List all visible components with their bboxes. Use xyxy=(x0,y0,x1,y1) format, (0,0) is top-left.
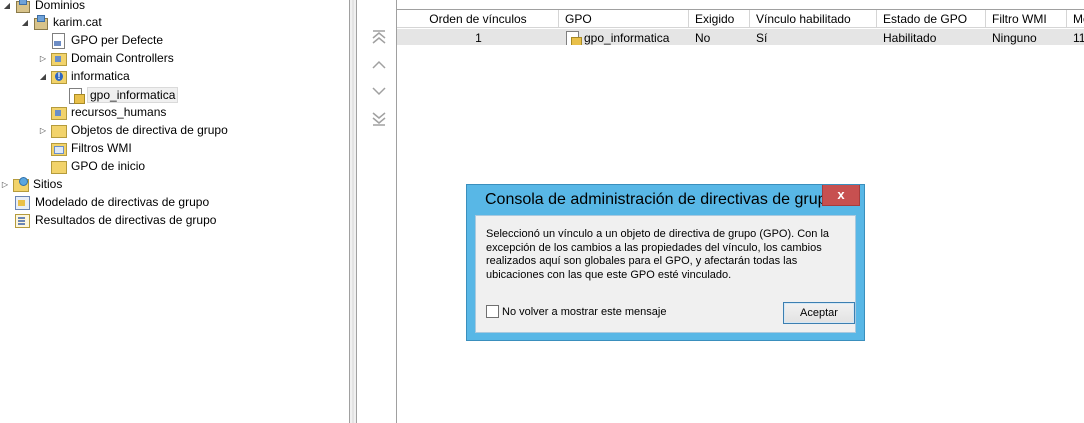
tree-item-sitios[interactable]: ▷ Sitios xyxy=(0,175,64,193)
dialog-message: Seleccionó un vínculo a un objeto de dir… xyxy=(486,228,830,281)
link-order-toolbar xyxy=(357,0,397,423)
checkbox-label: No volver a mostrar este mensaje xyxy=(502,305,667,318)
ou-icon xyxy=(50,104,67,120)
close-icon: x xyxy=(837,187,845,202)
collapse-icon[interactable]: ◢ xyxy=(20,13,30,31)
tree-item-label: recursos_humans xyxy=(71,105,167,119)
column-header-modified[interactable]: Mo xyxy=(1067,10,1084,28)
tree-item-objetos-directiva[interactable]: ▷ Objetos de directiva de grupo xyxy=(38,121,230,139)
tree-item-label: Objetos de directiva de grupo xyxy=(71,123,228,137)
tree-item-filtros-wmi[interactable]: Filtros WMI xyxy=(38,139,134,157)
console-tree: ◢ Dominios ◢ karim.cat GPO per Defecte ▷… xyxy=(0,0,349,423)
gpo-link-icon xyxy=(565,30,582,45)
column-header-gpo[interactable]: GPO xyxy=(559,10,689,28)
tree-item-label: informatica xyxy=(71,69,130,83)
cell-enforced: No xyxy=(695,30,711,45)
wmi-filters-icon xyxy=(50,140,67,156)
cell-gpo-name: gpo_informatica xyxy=(584,30,670,45)
tree-item-informatica[interactable]: ◢ informatica xyxy=(38,67,132,85)
column-header-link-order[interactable]: Orden de vínculos xyxy=(397,10,559,28)
tree-item-label: Dominios xyxy=(35,0,86,12)
tree-item-karim-cat[interactable]: ◢ karim.cat xyxy=(20,13,104,31)
gpo-link-icon xyxy=(68,87,85,104)
tree-item-label: Sitios xyxy=(33,177,63,191)
column-header-link-enabled[interactable]: Vínculo habilitado xyxy=(750,10,877,28)
expand-icon[interactable]: ▷ xyxy=(0,175,10,193)
tree-item-modelado[interactable]: Modelado de directivas de grupo xyxy=(2,193,211,211)
tree-item-domain-controllers[interactable]: ▷ Domain Controllers xyxy=(38,49,176,67)
checkbox-box[interactable] xyxy=(486,305,499,318)
ok-button[interactable]: Aceptar xyxy=(783,302,855,324)
tree-item-label: Modelado de directivas de grupo xyxy=(35,195,210,209)
dont-show-again-checkbox[interactable]: No volver a mostrar este mensaje xyxy=(486,305,666,318)
tree-item-label: Resultados de directivas de grupo xyxy=(35,213,217,227)
move-bottom-icon[interactable] xyxy=(371,111,387,127)
pane-splitter[interactable] xyxy=(349,0,357,423)
domains-icon xyxy=(14,0,30,13)
collapse-icon[interactable]: ◢ xyxy=(2,0,12,14)
tree-item-label: karim.cat xyxy=(53,15,102,29)
sites-icon xyxy=(12,176,29,192)
dialog-body: Seleccionó un vínculo a un objeto de dir… xyxy=(475,215,856,333)
collapse-icon[interactable]: ◢ xyxy=(38,67,48,85)
table-row[interactable]: 1 gpo_informatica No Sí Habilitado Ningu… xyxy=(397,29,1084,45)
ou-icon xyxy=(50,50,67,66)
tree-item-label: Filtros WMI xyxy=(71,141,132,155)
tree-item-label: gpo_informatica xyxy=(87,87,179,103)
dialog-title: Consola de administración de directivas … xyxy=(485,191,836,208)
column-header-wmi-filter[interactable]: Filtro WMI xyxy=(986,10,1067,28)
tree-item-gpo-de-inicio[interactable]: GPO de inicio xyxy=(38,157,147,175)
gpo-link-icon xyxy=(50,32,66,49)
move-top-icon[interactable] xyxy=(371,29,387,45)
tree-item-resultados[interactable]: Resultados de directivas de grupo xyxy=(2,211,218,229)
results-icon xyxy=(14,212,30,228)
close-button[interactable]: x xyxy=(822,185,860,206)
tree-item-label: GPO per Defecte xyxy=(71,33,164,47)
tree-item-gpo-informatica[interactable]: gpo_informatica xyxy=(56,86,179,104)
cell-link-enabled: Sí xyxy=(756,30,768,45)
expand-icon[interactable]: ▷ xyxy=(38,49,48,67)
cell-modified: 11 xyxy=(1073,30,1084,45)
folder-icon xyxy=(50,122,67,138)
cell-gpo-status: Habilitado xyxy=(883,30,937,45)
domain-icon xyxy=(32,14,48,30)
tree-item-label: Domain Controllers xyxy=(71,51,174,65)
confirmation-dialog: Consola de administración de directivas … xyxy=(466,184,865,341)
ou-icon xyxy=(50,68,67,84)
folder-icon xyxy=(50,158,67,174)
tree-item-label: GPO de inicio xyxy=(71,159,146,173)
table-header: Orden de vínculos GPO Exigido Vínculo ha… xyxy=(397,10,1084,28)
tree-item-recursos-humans[interactable]: recursos_humans xyxy=(38,103,168,121)
move-up-icon[interactable] xyxy=(371,57,387,73)
column-header-enforced[interactable]: Exigido xyxy=(689,10,750,28)
modeling-icon xyxy=(14,194,30,210)
cell-wmi-filter: Ninguno xyxy=(992,30,1037,45)
cell-gpo: gpo_informatica xyxy=(559,29,689,45)
move-down-icon[interactable] xyxy=(371,83,387,99)
cell-link-order: 1 xyxy=(475,30,482,45)
tree-item-dominios[interactable]: ◢ Dominios xyxy=(2,0,87,14)
tree-item-gpo-per-defecte[interactable]: GPO per Defecte xyxy=(38,31,165,49)
expand-icon[interactable]: ▷ xyxy=(38,121,48,139)
column-header-gpo-status[interactable]: Estado de GPO xyxy=(877,10,986,28)
